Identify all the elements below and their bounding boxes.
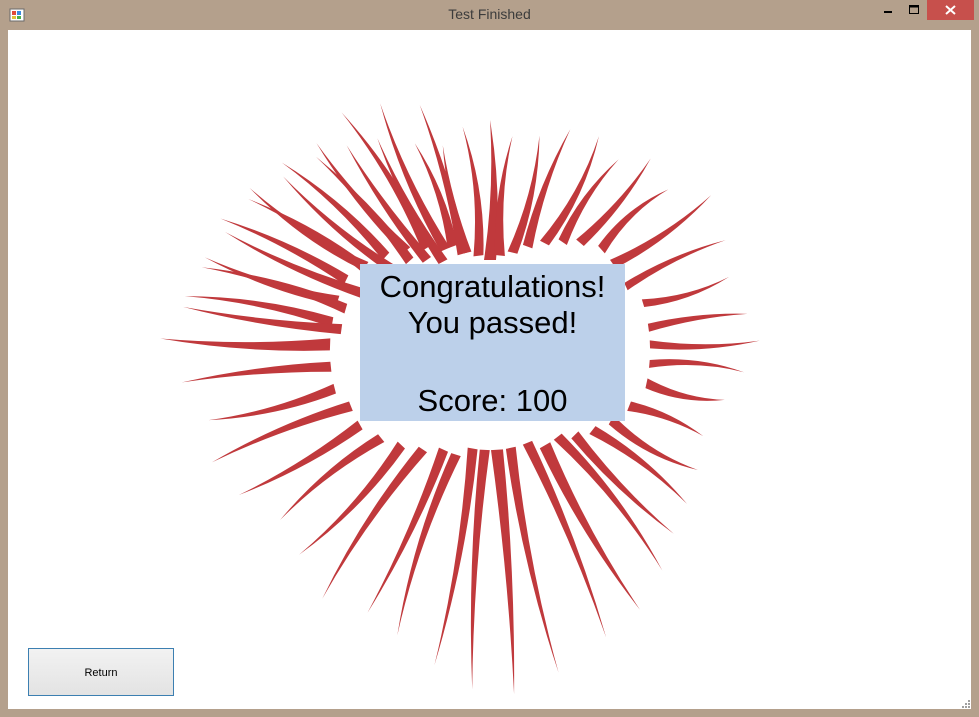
maximize-button[interactable] — [901, 0, 927, 20]
firework-spike — [627, 401, 704, 437]
firework-spike — [610, 195, 712, 269]
congratulations-text: Congratulations! — [379, 269, 606, 304]
close-button[interactable] — [927, 0, 974, 20]
score-text: Score: 100 — [417, 383, 568, 418]
firework-spike — [649, 359, 745, 373]
close-icon — [945, 5, 956, 15]
passed-text: You passed! — [407, 305, 578, 340]
firework-spike — [490, 449, 515, 695]
firework-spike — [211, 401, 353, 463]
firework-spike — [641, 276, 730, 308]
resize-grip-icon[interactable] — [962, 700, 970, 708]
firework-spike — [238, 420, 363, 495]
return-button[interactable]: Return — [28, 648, 174, 696]
firework-spike — [181, 361, 332, 383]
test-finished-window: Test Finished Congratulations! You passe… — [0, 0, 979, 717]
client-area: Congratulations! You passed! Score: 100 … — [8, 30, 971, 709]
minimize-button[interactable] — [875, 0, 901, 20]
title-bar[interactable]: Test Finished — [0, 0, 979, 30]
firework-spike — [470, 449, 490, 690]
window-title: Test Finished — [448, 6, 531, 22]
firework-spike — [645, 378, 725, 401]
maximize-icon — [909, 5, 919, 14]
minimize-icon — [884, 11, 892, 13]
result-panel: Congratulations! You passed! Score: 100 — [360, 264, 625, 421]
firework-spike — [649, 340, 760, 350]
firework-spike — [160, 338, 331, 351]
firework-spike — [598, 189, 669, 254]
firework-spike — [647, 313, 748, 332]
